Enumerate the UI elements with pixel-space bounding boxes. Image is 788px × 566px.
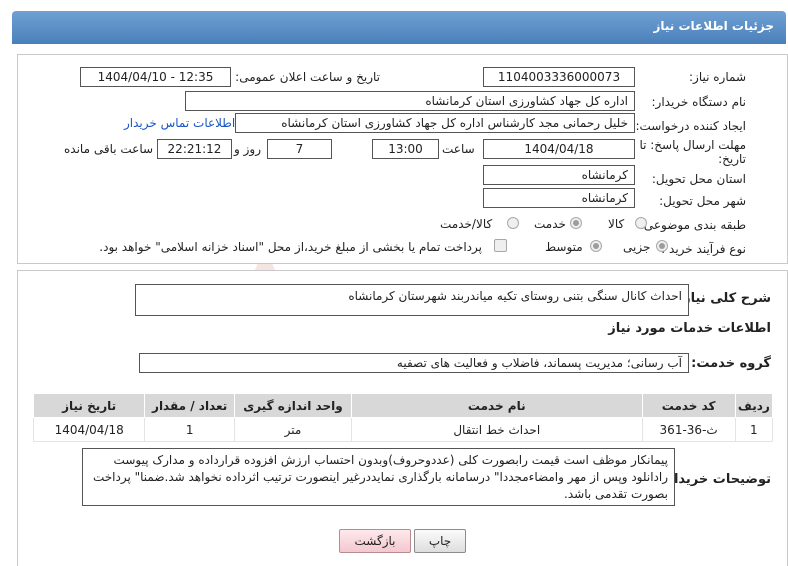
category-radio-service[interactable] (570, 217, 582, 229)
buyer-notes-textarea: پیمانکار موظف است قیمت رابصورت کلی (عددو… (82, 448, 675, 506)
creator-label: ایجاد کننده درخواست: (635, 119, 746, 133)
cell-row-number: 1 (734, 417, 774, 442)
province-field: کرمانشاه (483, 165, 635, 185)
deadline-time-field: 13:00 (372, 139, 439, 159)
category-radio-goods-service[interactable] (507, 217, 519, 229)
buyer-org-field: اداره کل جهاد کشاورزی استان کرمانشاه (185, 91, 635, 111)
process-option-medium: متوسط (545, 240, 583, 254)
cell-service-code: ث-36-361 (641, 417, 736, 442)
services-section-title: اطلاعات خدمات مورد نیاز (608, 321, 771, 336)
col-quantity: تعداد / مقدار (144, 393, 235, 418)
col-service-code: کد خدمت (641, 393, 736, 418)
services-table: ردیف کد خدمت نام خدمت واحد اندازه گیری ت… (32, 393, 774, 442)
cell-quantity: 1 (144, 417, 235, 442)
city-label: شهر محل تحویل: (659, 194, 746, 208)
creator-field: خلیل رحمانی مجد کارشناس اداره کل جهاد کش… (235, 113, 635, 133)
payment-checkbox[interactable] (494, 239, 507, 252)
service-group-label: گروه خدمت: (691, 356, 771, 371)
deadline-label-line2: تاریخ: (718, 152, 746, 166)
province-label: استان محل تحویل: (651, 172, 746, 186)
col-row-number: ردیف (734, 393, 774, 418)
header-bar: جزئیات اطلاعات نیاز (12, 11, 786, 44)
category-option-goods: کالا (608, 217, 625, 231)
payment-text: پرداخت تمام یا بخشی از مبلغ خرید،از محل … (99, 240, 482, 254)
process-label: نوع فرآیند خرید : (661, 242, 746, 256)
process-radio-medium[interactable] (590, 240, 602, 252)
col-unit: واحد اندازه گیری (234, 393, 352, 418)
deadline-date-field: 1404/04/18 (483, 139, 635, 159)
header-tab: جزئیات اطلاعات نیاز (12, 11, 786, 44)
service-group-field: آب رسانی؛ مدیریت پسماند، فاضلاب و فعالیت… (139, 353, 689, 373)
services-table-header: ردیف کد خدمت نام خدمت واحد اندازه گیری ت… (32, 393, 774, 418)
remaining-label: ساعت باقی مانده (64, 142, 154, 156)
page-title: جزئیات اطلاعات نیاز (653, 19, 774, 33)
category-option-goods-service: کالا/خدمت (440, 217, 493, 231)
back-button[interactable]: بازگشت (339, 529, 411, 553)
remaining-time-field: 22:21:12 (157, 139, 232, 159)
buyer-contact-link[interactable]: اطلاعات تماس خریدار (124, 116, 235, 130)
cell-need-date: 1404/04/18 (32, 417, 146, 442)
days-field: 7 (267, 139, 332, 159)
category-label: طبقه بندی موضوعی: (639, 218, 746, 232)
deadline-label-line1: مهلت ارسال پاسخ: تا (639, 138, 746, 152)
category-option-service: خدمت (534, 217, 566, 231)
announce-field: 1404/04/10 - 12:35 (80, 67, 231, 87)
need-number-label: شماره نیاز: (689, 70, 746, 84)
category-radio-goods[interactable] (635, 217, 647, 229)
summary-label: شرح کلی نیاز: (677, 291, 771, 306)
cell-service-name: احداث خط انتقال (350, 417, 643, 442)
summary-textarea: احداث کانال سنگی بتنی روستای تکیه میاندر… (135, 284, 689, 316)
city-field: کرمانشاه (483, 188, 635, 208)
col-service-name: نام خدمت (350, 393, 643, 418)
announce-label: تاریخ و ساعت اعلان عمومی: (235, 70, 380, 84)
days-label: روز و (234, 142, 261, 156)
hour-label: ساعت (442, 142, 475, 156)
buyer-notes-label: توضیحات خریدار: (661, 472, 771, 487)
process-radio-minor[interactable] (656, 240, 668, 252)
print-button[interactable]: چاپ (414, 529, 466, 553)
process-option-minor: جزیی (623, 240, 651, 254)
cell-unit: متر (234, 417, 352, 442)
buyer-org-label: نام دستگاه خریدار: (651, 95, 747, 109)
col-need-date: تاریخ نیاز (32, 393, 146, 418)
need-number-field: 1104003336000073 (483, 67, 635, 87)
table-row: 1 ث-36-361 احداث خط انتقال متر 1 1404/04… (32, 417, 774, 442)
